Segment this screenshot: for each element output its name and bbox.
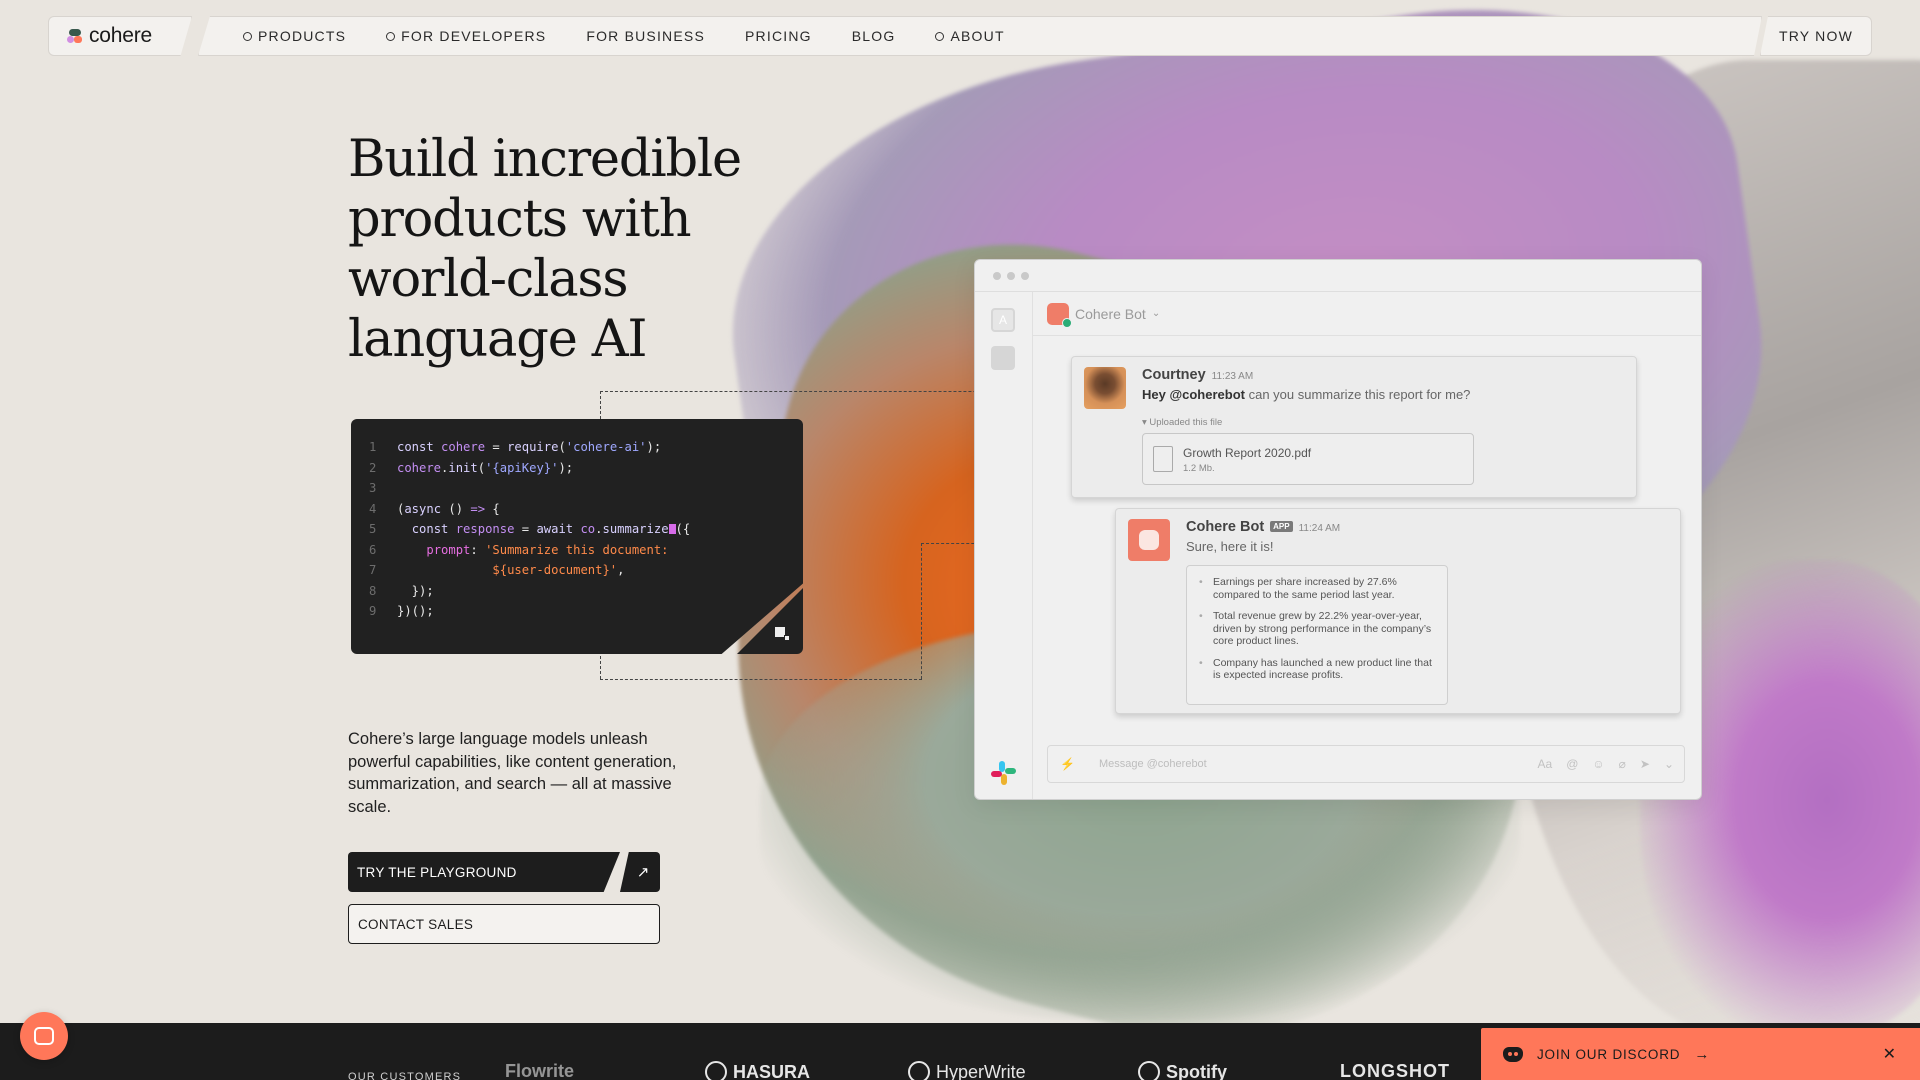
spotify-icon — [1138, 1061, 1160, 1080]
workspace-sidebar: A — [975, 292, 1033, 799]
chat-launcher-button[interactable] — [20, 1012, 68, 1060]
message-time: 11:23 AM — [1211, 371, 1254, 382]
hero-description: Cohere’s large language models unleash p… — [348, 730, 677, 816]
message-text: Sure, here it is! — [1186, 539, 1274, 554]
nav-for-developers[interactable]: FOR DEVELOPERS — [386, 28, 546, 44]
code-line: 7 ${user-document}', — [369, 563, 625, 577]
code-line: 9})(); — [369, 604, 434, 618]
code-line: 1 const cohere = require('cohere-ai'); — [369, 440, 662, 454]
customer-logo-flowrite: Flowrite — [505, 1061, 575, 1080]
lightning-icon[interactable]: ⚡ — [1060, 757, 1075, 771]
message-courtney: Courtney 11:23 AM Hey @coherebot can you … — [1071, 356, 1637, 498]
message-time: 11:24 AM — [1298, 523, 1341, 534]
channel-name: Cohere Bot — [1075, 305, 1146, 322]
window-dot — [1021, 271, 1029, 280]
text-cursor — [668, 524, 676, 534]
code-line: 8 }); — [369, 583, 434, 598]
channel-header[interactable]: Cohere Bot ⌄ — [1033, 292, 1701, 336]
window-titlebar — [975, 260, 1701, 292]
slack-logo-icon — [991, 761, 1016, 785]
connector-line — [600, 679, 922, 680]
join-discord-banner[interactable]: JOIN OUR DISCORD → ✕ — [1481, 1028, 1920, 1080]
arrow-right-icon: → — [1694, 1045, 1710, 1063]
file-name: Growth Report 2020.pdf — [1183, 446, 1312, 460]
cohere-logo-icon — [67, 28, 83, 44]
brand-logo-link[interactable]: cohere — [48, 16, 192, 56]
message-composer[interactable]: ⚡ Message @coherebot Aa @ ☺ ⌀ ➤ ⌄ — [1047, 745, 1685, 783]
code-line: 2 cohere.init('{apiKey}'); — [369, 460, 574, 475]
file-size: 1.2 Mb. — [1183, 463, 1215, 474]
window-dot — [1007, 271, 1015, 280]
connector-line — [921, 543, 922, 679]
message-text: Hey @coherebot can you summarize this re… — [1142, 387, 1471, 402]
discord-icon — [1503, 1046, 1523, 1062]
nav-blog[interactable]: BLOG — [852, 28, 896, 44]
nav-pricing[interactable]: PRICING — [745, 28, 812, 44]
emoji-icon[interactable]: ☺ — [1592, 757, 1604, 771]
bot-avatar — [1047, 302, 1072, 328]
message-author: Courtney 11:23 AM — [1142, 367, 1254, 383]
copy-icon[interactable] — [775, 627, 790, 641]
contact-sales-button[interactable]: CONTACT SALES — [348, 904, 660, 944]
customer-logo-hyperwrite: HyperWrite — [908, 1061, 1026, 1080]
hasura-icon — [705, 1061, 727, 1080]
nav-for-business[interactable]: FOR BUSINESS — [586, 28, 705, 44]
brand-name: cohere — [89, 24, 153, 47]
close-icon[interactable]: ✕ — [1883, 1044, 1896, 1064]
user-avatar — [1084, 367, 1126, 409]
workspace-a-button[interactable]: A — [991, 308, 1015, 332]
code-line: 3 — [369, 481, 377, 495]
code-line: 4 (async () => { — [369, 501, 500, 516]
slack-demo-window: A Cohere Bot ⌄ Courtney 11:23 AM Hey @coh… — [974, 259, 1702, 800]
chevron-down-icon: ⌄ — [1151, 308, 1161, 319]
upload-label: ▾ Uploaded this file — [1142, 417, 1223, 428]
list-item: • Total revenue grew by 22.2% year-over-y… — [1199, 610, 1432, 647]
pdf-file-icon — [1153, 446, 1173, 472]
circle-icon — [386, 32, 395, 41]
format-text-icon[interactable]: Aa — [1538, 757, 1553, 771]
list-item: • Company has launched a new product line… — [1199, 656, 1432, 682]
attach-icon[interactable]: ⌀ — [1619, 757, 1626, 771]
customer-logo-longshot: LONGSHOT — [1340, 1061, 1450, 1080]
nav-links: PRODUCTS FOR DEVELOPERS FOR BUSINESS PRI… — [198, 16, 1762, 56]
send-icon[interactable]: ➤ — [1640, 757, 1650, 771]
window-dot — [993, 271, 1001, 280]
customers-label: OUR CUSTOMERS — [348, 1071, 462, 1080]
try-playground-button[interactable]: TRY THE PLAYGROUND — [348, 852, 620, 892]
top-nav: cohere PRODUCTS FOR DEVELOPERS FOR BUSIN… — [48, 16, 1872, 56]
message-cohere-bot: Cohere Bot APP 11:24 AM Sure, here it is! … — [1115, 508, 1681, 714]
circle-icon — [935, 32, 944, 41]
bot-avatar — [1128, 519, 1170, 561]
list-item: • Earnings per share increased by 27.6% c… — [1199, 576, 1397, 601]
nav-products[interactable]: PRODUCTS — [243, 28, 346, 44]
file-attachment[interactable]: Growth Report 2020.pdf 1.2 Mb. — [1142, 433, 1474, 485]
code-line: 5 const response = await co.summarize({ — [369, 522, 691, 536]
try-now-button[interactable]: TRY NOW — [1760, 16, 1872, 56]
chevron-down-icon[interactable]: ⌄ — [1664, 757, 1674, 771]
code-line: 6 prompt: 'Summarize this document: — [369, 542, 669, 557]
hero-title: Build incredible products with world-cla… — [348, 130, 742, 369]
code-snippet: 1 const cohere = require('cohere-ai'); 2c… — [351, 419, 803, 654]
customer-logo-spotify: Spotify — [1138, 1061, 1227, 1080]
discord-label: JOIN OUR DISCORD — [1537, 1046, 1681, 1062]
chat-icon — [34, 1027, 54, 1045]
hyperwrite-icon — [908, 1061, 930, 1080]
mention-icon[interactable]: @ — [1566, 757, 1578, 771]
customer-logo-hasura: HASURA — [705, 1061, 810, 1080]
composer-input[interactable]: Message @coherebot — [1099, 758, 1524, 770]
workspace-add-button[interactable] — [991, 346, 1015, 370]
app-badge: APP — [1270, 521, 1293, 532]
circle-icon — [243, 32, 252, 41]
nav-about[interactable]: ABOUT — [935, 28, 1004, 44]
summary-list: • Earnings per share increased by 27.6% c… — [1186, 565, 1448, 705]
message-author: Cohere Bot APP 11:24 AM — [1186, 519, 1341, 535]
